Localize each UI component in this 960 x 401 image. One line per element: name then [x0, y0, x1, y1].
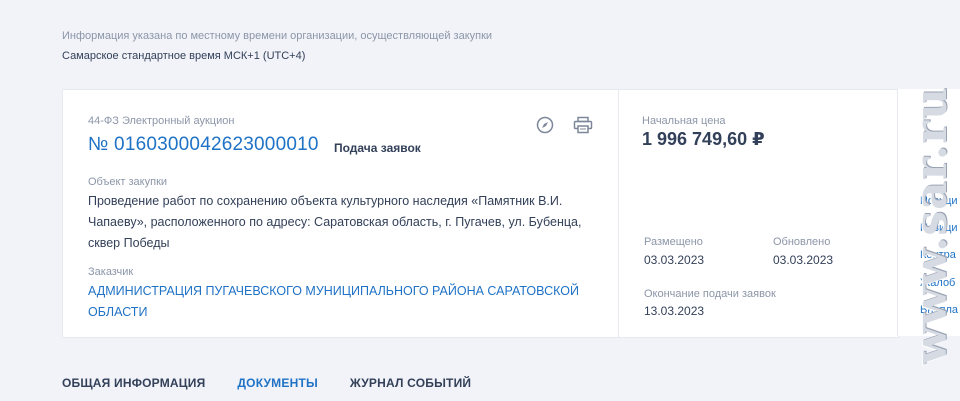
printer-icon[interactable]	[572, 114, 594, 136]
updated-value: 03.03.2023	[773, 253, 834, 267]
timezone-note: Информация указана по местному времени о…	[62, 30, 493, 42]
posted-value: 03.03.2023	[644, 253, 705, 267]
tabs-bar: ОБЩАЯ ИНФОРМАЦИЯ ДОКУМЕНТЫ ЖУРНАЛ СОБЫТИ…	[62, 376, 471, 390]
purchase-card: 44-ФЗ Электронный аукцион № 016030004262…	[62, 89, 899, 338]
purchase-price-dates: Начальная цена 1 996 749,60 ₽ Размещено …	[619, 90, 898, 337]
deadline-value: 13.03.2023	[644, 304, 705, 318]
price-value: 1 996 749,60 ₽	[642, 129, 765, 149]
customer-label: Заказчик	[88, 266, 134, 278]
customer-link[interactable]: АДМИНИСТРАЦИЯ ПУГАЧЕВСКОГО МУНИЦИПАЛЬНОГ…	[88, 281, 608, 323]
updated-label: Обновлено	[773, 236, 831, 248]
status-badge: Подача заявок	[334, 141, 421, 155]
compass-icon[interactable]	[534, 114, 556, 136]
price-label: Начальная цена	[642, 115, 726, 127]
tab-documents[interactable]: ДОКУМЕНТЫ	[237, 376, 318, 390]
timezone-value: Самарское стандартное время МСК+1 (UTC+4…	[62, 50, 306, 62]
object-label: Объект закупки	[88, 176, 168, 188]
tab-event-log[interactable]: ЖУРНАЛ СОБЫТИЙ	[350, 376, 471, 390]
tab-general-info[interactable]: ОБЩАЯ ИНФОРМАЦИЯ	[62, 376, 205, 390]
purchase-number[interactable]: № 0160300042623000010	[88, 134, 319, 156]
watermark: www.sar.ru	[906, 60, 958, 390]
object-text: Проведение работ по сохранению объекта к…	[88, 194, 582, 250]
posted-label: Размещено	[644, 236, 703, 248]
watermark-text: www.sar.ru	[906, 86, 958, 364]
deadline-label: Окончание подачи заявок	[644, 288, 776, 300]
law-type: 44-ФЗ Электронный аукцион	[88, 115, 235, 127]
purchase-main-info: 44-ФЗ Электронный аукцион № 016030004262…	[63, 90, 618, 337]
